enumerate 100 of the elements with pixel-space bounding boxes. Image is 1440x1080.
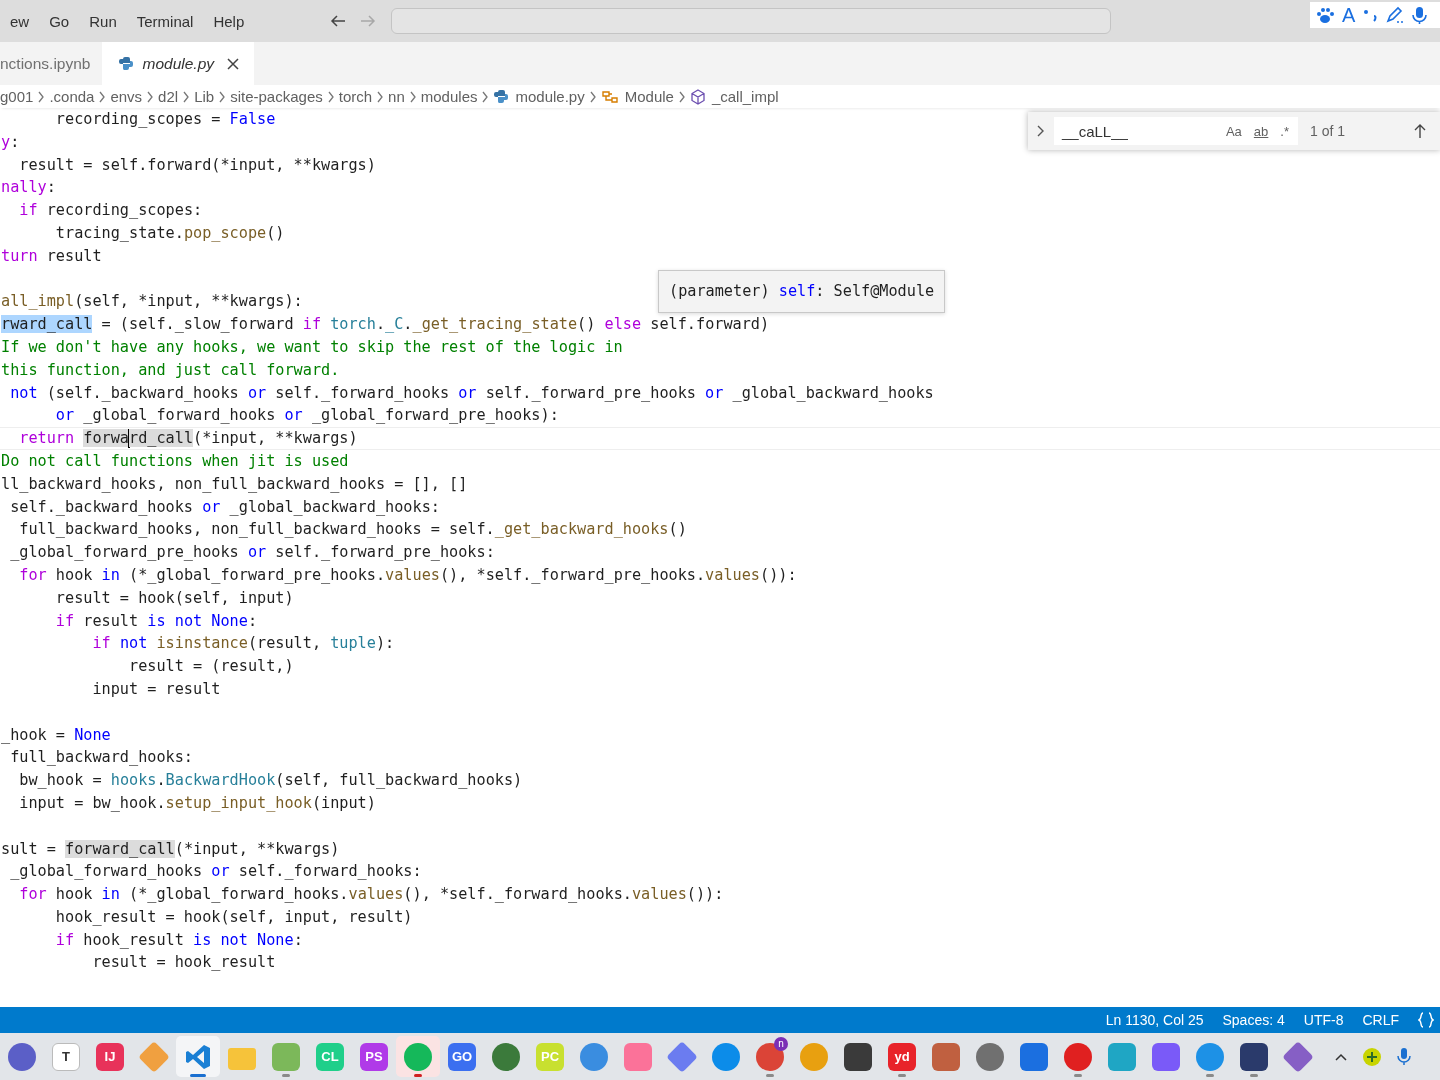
- status-item[interactable]: CRLF: [1362, 1012, 1399, 1028]
- code-line: return forward_call(*input, **kwargs): [18, 428, 358, 449]
- punctuation-icon: [1362, 7, 1379, 23]
- menu-item[interactable]: ew: [0, 12, 40, 30]
- chevron-icon: [481, 89, 490, 104]
- code-line: _hook = None: [1, 724, 111, 746]
- code-line: if recording_scopes:: [18, 200, 203, 222]
- find-option-toggle[interactable]: .*: [1277, 121, 1292, 141]
- code-line: for hook in (*_global_forward_pre_hooks.values(), *self._forward_pre_hooks.values()):: [18, 564, 797, 586]
- editor-tab[interactable]: nctions.ipynb: [0, 42, 103, 85]
- breadcrumb-item[interactable]: torch: [338, 88, 373, 105]
- breadcrumb-item[interactable]: envs: [110, 88, 143, 105]
- code-line: all_impl(self, *input, **kwargs):: [1, 291, 303, 313]
- editor-tab[interactable]: module.py: [102, 42, 254, 85]
- breadcrumb-item[interactable]: modules: [420, 88, 478, 105]
- status-item[interactable]: Ln 1130, Col 25: [1105, 1012, 1204, 1028]
- code-line: turn result: [1, 245, 102, 267]
- cube-icon: [689, 88, 706, 105]
- chevron-icon: [37, 89, 46, 104]
- code-line: tracing_state.pop_scope(): [54, 223, 285, 244]
- code-line: if not isinstance(result, tuple):: [91, 633, 395, 655]
- taskbar-button[interactable]: T: [44, 1036, 88, 1077]
- chevron-icon: [326, 89, 335, 104]
- chevron-icon: [146, 89, 155, 104]
- plus-coin-icon[interactable]: [1362, 1046, 1382, 1067]
- code-line: result = hook(self, input): [54, 587, 294, 609]
- code-line: self._backward_hooks or _global_backward_hooks:: [9, 496, 440, 518]
- code-line: _global_forward_pre_hooks or self._forward_pre_hooks:: [9, 542, 495, 564]
- code-line: full_backward_hooks, non_full_backward_hooks = self._get_backward_hooks(): [18, 519, 687, 541]
- hover-tooltip: (parameter) self: Self@Module: [658, 270, 946, 313]
- chevron-icon: [677, 89, 686, 104]
- code-line: y:: [1, 131, 20, 153]
- close-icon[interactable]: [226, 56, 240, 71]
- code-line: or _global_forward_hooks or _global_forward_pre_hooks):: [54, 405, 559, 427]
- chevron-icon: [588, 89, 597, 104]
- taskbar-button[interactable]: IJ: [88, 1036, 132, 1077]
- breadcrumb-item[interactable]: _call_impl: [711, 88, 779, 105]
- paw-icon: [1316, 6, 1335, 24]
- status-item[interactable]: Spaces: 4: [1222, 1012, 1285, 1028]
- notification-badge: n: [774, 1037, 788, 1051]
- code-line: nally:: [1, 177, 56, 199]
- code-line: if hook_result is not None:: [54, 929, 303, 951]
- chevron-icon: [218, 89, 227, 104]
- menu-item[interactable]: Run: [79, 12, 127, 30]
- taskbar-button[interactable]: yd: [880, 1036, 924, 1077]
- code-line: if result is not None:: [54, 610, 258, 632]
- code-line: not (self._backward_hooks or self._forward_hooks or self._forward_pre_hooks or _global_backward_hooks: [9, 382, 934, 404]
- code-line: result = hook_result: [91, 952, 276, 974]
- taskbar-button[interactable]: GO: [440, 1036, 484, 1077]
- breadcrumb-item[interactable]: d2l: [158, 88, 179, 105]
- code-line: for hook in (*_global_forward_hooks.values(), *self._forward_hooks.values()):: [18, 884, 724, 906]
- code-line: recording_scopes = False: [54, 109, 276, 130]
- code-line: _global_forward_hooks or self._forward_hooks:: [9, 861, 422, 883]
- find-option-toggle[interactable]: Aa: [1222, 121, 1245, 141]
- pen-icon: [1385, 6, 1405, 24]
- tab-label: nctions.ipynb: [0, 54, 91, 73]
- code-line: full_backward_hooks:: [9, 747, 194, 769]
- input-mode[interactable]: A: [1342, 3, 1356, 27]
- menu-item[interactable]: Go: [39, 12, 80, 30]
- code-line: If we don't have any hooks, we want to skip the rest of the logic in: [1, 336, 623, 358]
- code-line: hook_result = hook(self, input, result): [54, 906, 413, 928]
- code-line: Do not call functions when jit is used: [1, 450, 349, 472]
- breadcrumb-item[interactable]: Lib: [194, 88, 215, 105]
- code-line: input = bw_hook.setup_input_hook(input): [18, 792, 376, 814]
- chevron-icon: [98, 89, 107, 104]
- breadcrumb-item[interactable]: nn: [388, 88, 405, 105]
- menu-item[interactable]: Terminal: [126, 12, 204, 30]
- tab-label: module.py: [142, 54, 214, 73]
- breadcrumb-item[interactable]: site-packages: [230, 88, 323, 105]
- code-line: rward_call = (self._slow_forward if torch._C._get_tracing_state() else self.forward): [1, 314, 770, 336]
- code-line: bw_hook = hooks.BackwardHook(self, full_backward_hooks): [18, 770, 523, 792]
- code-line: result = self.forward(*input, **kwargs): [18, 154, 376, 176]
- status-item[interactable]: UTF-8: [1303, 1012, 1344, 1028]
- find-field[interactable]: __caLL__ Aa ab .*: [1054, 117, 1298, 145]
- taskbar-button[interactable]: PS: [352, 1036, 396, 1077]
- chevron-icon: [408, 89, 417, 104]
- breadcrumb-item[interactable]: module.py: [515, 88, 585, 105]
- python-icon: [118, 55, 135, 72]
- code-line: input = result: [91, 678, 221, 700]
- breadcrumb-item[interactable]: .conda: [49, 88, 95, 105]
- braces-icon[interactable]: [1418, 1012, 1434, 1028]
- microphone-icon[interactable]: [1396, 1047, 1412, 1066]
- breadcrumb-item[interactable]: g001: [0, 88, 34, 105]
- code-line: result = (result,): [128, 656, 294, 678]
- menu-item[interactable]: Help: [203, 12, 255, 30]
- microphone-icon: [1411, 5, 1429, 25]
- taskbar-button[interactable]: n: [748, 1036, 792, 1077]
- code-line: sult = forward_call(*input, **kwargs): [1, 838, 340, 860]
- chevron-icon: [376, 89, 385, 104]
- code-line: ll_backward_hooks, non_full_backward_hooks = [], []: [1, 473, 468, 495]
- breadcrumb-item[interactable]: Module: [624, 88, 674, 105]
- code-line: this function, and just call forward.: [1, 359, 340, 381]
- back-arrow-icon[interactable]: [329, 13, 348, 29]
- python-icon: [493, 88, 510, 105]
- class-icon: [600, 88, 619, 105]
- taskbar-button[interactable]: [176, 1036, 220, 1077]
- chevron-icon: [182, 89, 191, 104]
- up-arrow-icon[interactable]: [1412, 123, 1428, 139]
- match-count: 1 of 1: [1310, 123, 1346, 139]
- find-option-toggle[interactable]: ab: [1250, 121, 1272, 141]
